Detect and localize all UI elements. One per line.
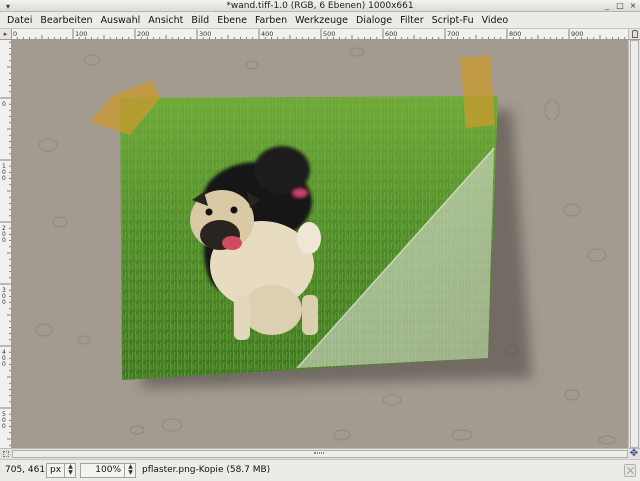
ruler-label: 800 [509,30,521,38]
zoom-lock-icon[interactable] [628,29,640,40]
navigate-icon[interactable]: ✥ [628,448,640,459]
menu-farben[interactable]: Farben [252,15,290,26]
cancel-icon[interactable] [624,464,636,477]
zoom-value: 100% [95,465,121,475]
menu-dialoge[interactable]: Dialoge [353,15,395,26]
vertical-ruler[interactable]: 0100200300400500600 [0,40,12,448]
vertical-scrollbar[interactable] [628,40,640,448]
maximize-icon[interactable]: □ [615,1,625,11]
ruler-label: 400 [261,30,273,38]
horizontal-ruler[interactable]: 0 100 200 300 400 500 600 700 800 900 [12,29,628,40]
unit-dropdown-icon[interactable]: ▲ ▼ [64,463,76,478]
menu-ebene[interactable]: Ebene [214,15,250,26]
ruler-label: 300 [199,30,211,38]
ruler-label: 0 [2,361,6,368]
unit-value: px [50,465,62,475]
ruler-label: 100 [75,30,87,38]
horizontal-ruler-ticks: 0 100 200 300 400 500 600 700 800 900 [13,29,626,39]
vertical-ruler-ticks: 0100200300400500600 [0,41,11,446]
tape-right [460,55,495,128]
status-message: pflaster.png-Kopie (58.7 MB) [142,465,271,475]
ruler-label: 900 [571,30,583,38]
menu-bearbeiten[interactable]: Bearbeiten [37,15,95,26]
ruler-label: 0 [2,175,6,182]
zoom-dropdown-icon[interactable]: ▲ ▼ [124,463,136,478]
status-bar: 705, 461 px ▲ ▼ 100% ▲ ▼ pflaster.png-Kopi… [0,459,640,481]
ruler-label: 0 [2,101,6,108]
window-title: *wand.tiff-1.0 (RGB, 6 Ebenen) 1000x661 [226,1,414,11]
menu-script-fu[interactable]: Script-Fu [429,15,477,26]
ruler-label: 0 [2,237,6,244]
canvas-image [12,40,628,448]
menu-auswahl[interactable]: Auswahl [98,15,144,26]
minimize-icon[interactable]: _ [602,1,612,11]
ruler-label: 700 [447,30,459,38]
ruler-label: 0 [2,423,6,430]
ruler-label: 0 [13,30,17,38]
horizontal-scrollbar[interactable] [12,448,628,459]
quick-mask-icon[interactable] [0,448,12,459]
menu-werkzeuge[interactable]: Werkzeuge [292,15,351,26]
menu-bild[interactable]: Bild [188,15,212,26]
ruler-label: 200 [137,30,149,38]
ruler-label: 0 [2,299,6,306]
pointer-menu-icon[interactable]: ▸ [0,29,12,40]
ruler-label: 500 [323,30,335,38]
menu-datei[interactable]: Datei [4,15,35,26]
menu-bar: Datei Bearbeiten Auswahl Ansicht Bild Eb… [0,12,640,29]
title-bar: ▾ *wand.tiff-1.0 (RGB, 6 Ebenen) 1000x66… [0,0,640,12]
close-icon[interactable]: × [628,1,638,11]
menu-ansicht[interactable]: Ansicht [145,15,186,26]
ruler-label: 600 [385,30,397,38]
image-canvas[interactable] [12,40,628,448]
pointer-coordinates: 705, 461 [5,465,46,475]
menu-filter[interactable]: Filter [397,15,427,26]
menu-video[interactable]: Video [479,15,512,26]
